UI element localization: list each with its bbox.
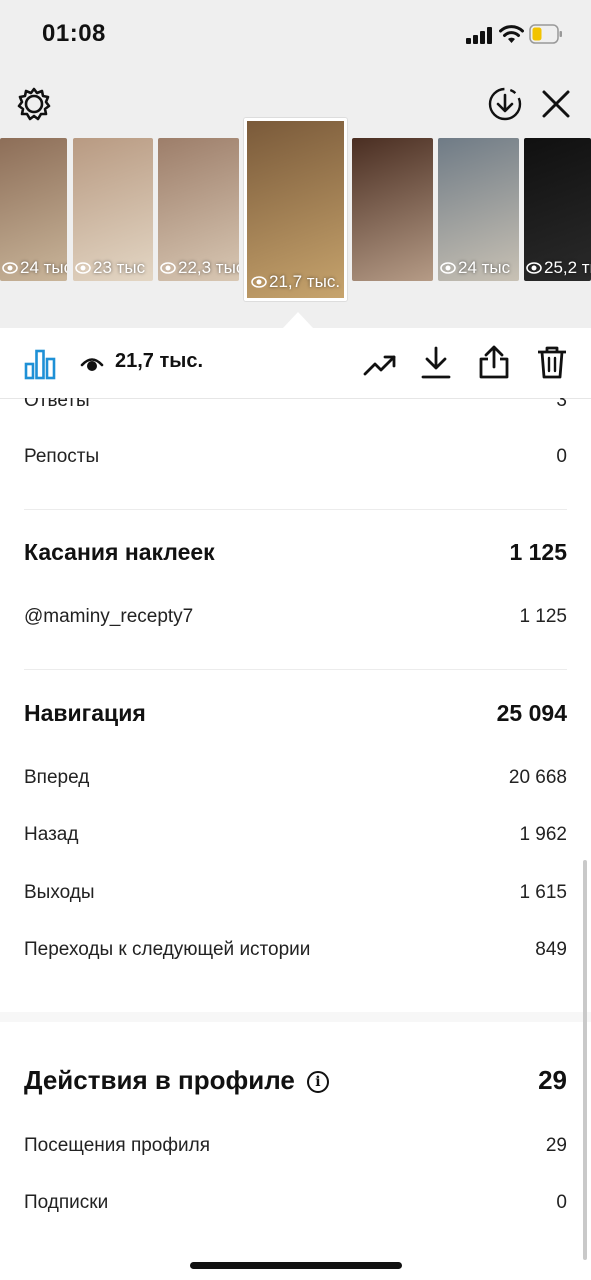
wifi-icon <box>499 25 524 43</box>
stat-row-follows: Подписки 0 <box>24 1192 567 1214</box>
selected-thumbnail-pointer <box>283 312 313 328</box>
stat-label: Репосты <box>24 446 100 467</box>
story-thumbnails-strip[interactable]: 24 тыс 23 тыс 22,3 тыс 21,7 тыс. 24 тыс … <box>0 118 591 301</box>
scrollbar[interactable] <box>583 860 587 1260</box>
story-thumbnail[interactable]: 25,2 тыс <box>524 138 591 281</box>
battery-icon <box>529 24 562 44</box>
stat-row-sticker-taps: Касания наклеек 1 125 <box>24 539 567 566</box>
thumbnail-views: 24 тыс <box>458 258 511 277</box>
views-eye-icon <box>80 358 104 371</box>
stat-row-next-story: Переходы к следующей истории 849 <box>24 939 567 961</box>
stat-label: Вперед <box>24 767 90 788</box>
story-insights-toolbar: 21,7 тыс. <box>0 328 591 399</box>
insights-content[interactable]: Ответы 3 Репосты 0 Касания наклеек 1 125… <box>0 398 591 1280</box>
stat-value: 1 125 <box>519 606 567 627</box>
trending-icon[interactable] <box>363 348 397 380</box>
stat-label: Назад <box>24 824 79 845</box>
settings-gear-icon[interactable] <box>16 86 52 122</box>
stat-label: Посещения профиля <box>24 1135 210 1156</box>
divider <box>24 669 567 670</box>
stat-value: 20 668 <box>508 767 567 788</box>
download-icon[interactable] <box>420 346 452 380</box>
divider <box>24 509 567 510</box>
stat-row-profile-visits: Посещения профиля 29 <box>24 1135 567 1157</box>
cellular-signal-icon <box>466 27 494 44</box>
close-icon[interactable] <box>540 88 572 120</box>
thumbnail-views: 25,2 тыс <box>544 258 591 277</box>
story-thumbnail[interactable] <box>352 138 433 281</box>
stat-row-forward: Вперед 20 668 <box>24 767 567 789</box>
section-title: Действия в профиле <box>24 1065 295 1095</box>
stat-row-mention: @maminy_recepty7 1 125 <box>24 606 567 628</box>
section-title: Касания наклеек <box>24 539 215 565</box>
info-icon[interactable]: i <box>306 1071 329 1093</box>
delete-trash-icon[interactable] <box>536 344 568 380</box>
status-bar: 01:08 <box>0 0 591 70</box>
save-download-circle-icon[interactable] <box>487 86 523 122</box>
stat-value: 1 615 <box>519 882 567 903</box>
stat-label: @maminy_recepty7 <box>24 606 194 627</box>
stat-value: 849 <box>535 939 567 960</box>
stat-value: 0 <box>556 446 567 467</box>
stat-label: Ответы <box>24 398 90 411</box>
thumbnail-views: 24 тыс <box>20 258 67 277</box>
stat-value: 1 962 <box>519 824 567 845</box>
story-thumbnail[interactable]: 23 тыс <box>73 138 153 281</box>
story-preview-area: 01:08 24 тыс 23 тыс 22,3 тыс 21,7 тыс. 2… <box>0 0 591 328</box>
story-thumbnail[interactable]: 24 тыс <box>438 138 519 281</box>
stat-row-replies: Ответы 3 <box>24 398 567 412</box>
stat-value: 3 <box>556 398 567 411</box>
story-thumbnail[interactable]: 22,3 тыс <box>158 138 239 281</box>
thumbnail-views: 23 тыс <box>93 258 146 277</box>
stat-row-navigation: Навигация 25 094 <box>24 700 567 727</box>
thumbnail-views: 22,3 тыс <box>178 258 239 277</box>
stat-label: Выходы <box>24 882 95 903</box>
story-thumbnail[interactable]: 24 тыс <box>0 138 67 281</box>
stat-row-reposts: Репосты 0 <box>24 446 567 468</box>
insights-bar-chart-icon[interactable] <box>24 348 56 380</box>
thumbnail-views: 21,7 тыс. <box>269 272 341 291</box>
section-total: 29 <box>538 1065 567 1095</box>
stat-label: Подписки <box>24 1192 109 1213</box>
home-indicator[interactable] <box>190 1262 402 1269</box>
stat-row-exits: Выходы 1 615 <box>24 882 567 904</box>
section-total: 25 094 <box>496 700 567 726</box>
status-time: 01:08 <box>42 20 106 47</box>
share-icon[interactable] <box>478 344 510 380</box>
views-count: 21,7 тыс. <box>115 350 204 372</box>
section-total: 1 125 <box>509 539 567 565</box>
stat-row-back: Назад 1 962 <box>24 824 567 846</box>
stat-value: 29 <box>545 1135 567 1156</box>
stat-label: Переходы к следующей истории <box>24 939 311 960</box>
stat-value: 0 <box>556 1192 567 1213</box>
section-separator <box>0 1012 591 1022</box>
stat-row-profile-actions: Действия в профиле i 29 <box>24 1065 567 1096</box>
story-thumbnail-selected[interactable]: 21,7 тыс. <box>244 118 347 301</box>
section-title: Навигация <box>24 700 146 726</box>
